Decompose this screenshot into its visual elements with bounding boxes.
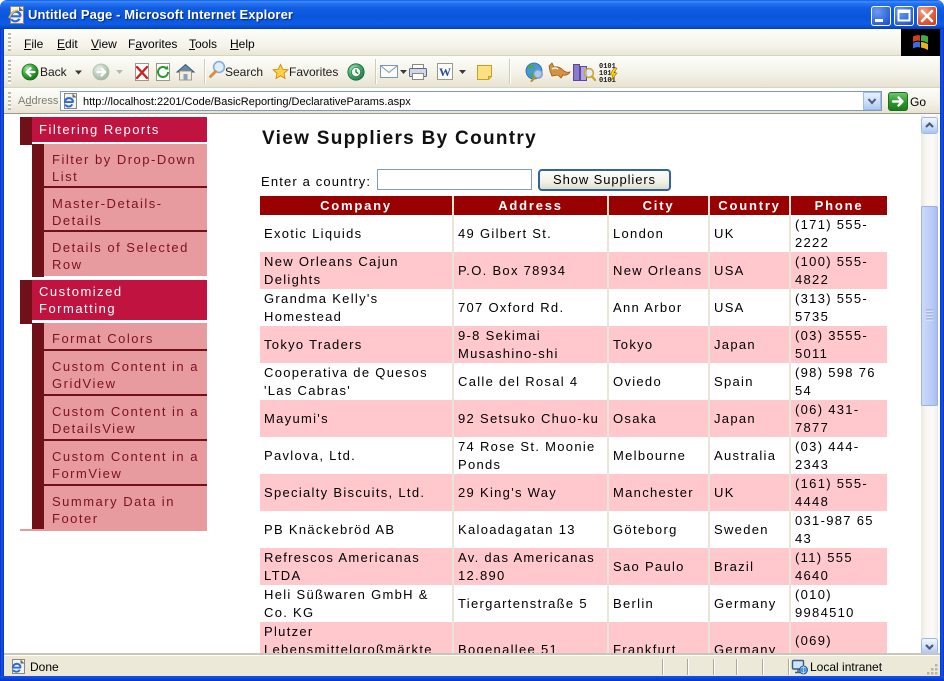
svg-text:W: W (439, 65, 451, 79)
